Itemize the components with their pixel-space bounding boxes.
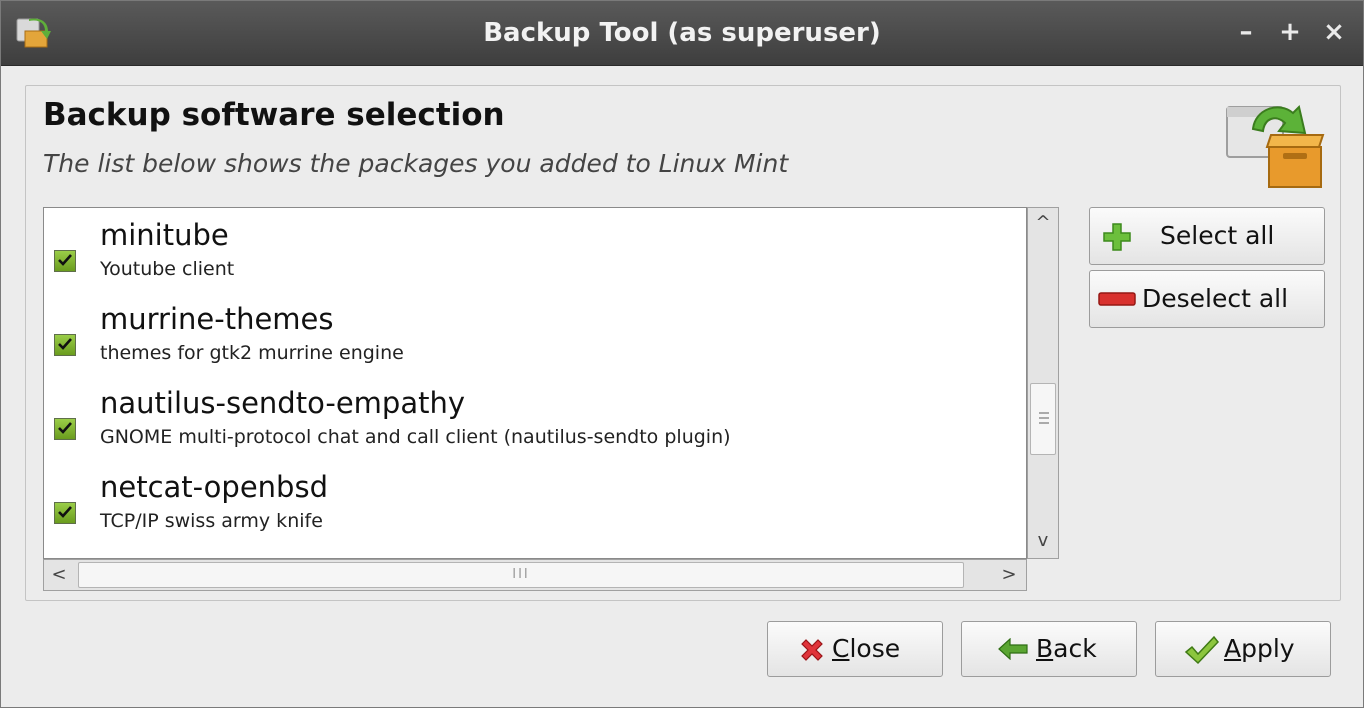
list-item[interactable]: netcat-openbsd TCP/IP swiss army knife <box>44 468 1024 552</box>
back-arrow-icon <box>998 638 1028 660</box>
package-checkbox[interactable] <box>54 250 76 272</box>
select-all-label: Select all <box>1160 221 1275 250</box>
check-icon <box>58 422 72 434</box>
close-x-icon <box>801 639 823 661</box>
package-checkbox[interactable] <box>54 502 76 524</box>
window-title: Backup Tool (as superuser) <box>483 18 881 48</box>
back-button[interactable]: Back <box>961 621 1137 677</box>
list-item[interactable]: minitube Youtube client <box>44 216 1024 300</box>
back-label: Back <box>1036 634 1097 663</box>
vertical-scroll-thumb[interactable] <box>1030 383 1056 455</box>
package-name: murrine-themes <box>100 302 334 336</box>
package-list[interactable]: minitube Youtube client murrine-themes t… <box>43 207 1027 559</box>
select-all-button[interactable]: Select all <box>1089 207 1325 265</box>
page-subtitle: The list below shows the packages you ad… <box>43 149 789 178</box>
scroll-left-icon[interactable]: < <box>44 560 74 590</box>
scroll-up-icon[interactable]: ^ <box>1028 208 1058 238</box>
package-description: themes for gtk2 murrine engine <box>100 342 404 364</box>
package-description: TCP/IP swiss army knife <box>100 510 323 532</box>
check-icon <box>58 506 72 518</box>
package-checkbox[interactable] <box>54 334 76 356</box>
close-label: Close <box>832 634 901 663</box>
list-item[interactable]: murrine-themes themes for gtk2 murrine e… <box>44 300 1024 384</box>
scroll-down-icon[interactable]: v <box>1028 526 1058 556</box>
package-name: netcat-openbsd <box>100 470 328 504</box>
package-description: GNOME multi-protocol chat and call clien… <box>100 426 731 448</box>
horizontal-scroll-thumb[interactable]: III <box>78 562 964 588</box>
check-icon <box>58 254 72 266</box>
package-checkbox[interactable] <box>54 418 76 440</box>
deselect-all-button[interactable]: Deselect all <box>1089 270 1325 328</box>
grip-icon <box>1039 412 1049 424</box>
minimize-button[interactable]: – <box>1229 15 1263 49</box>
maximize-button[interactable]: + <box>1273 15 1307 49</box>
backup-tool-window: Backup Tool (as superuser) – + × Backup … <box>0 0 1364 708</box>
clipped-next-item <box>100 546 500 554</box>
apply-label: Apply <box>1224 634 1295 663</box>
package-description: Youtube client <box>100 258 235 280</box>
vertical-scrollbar[interactable]: ^ v <box>1027 207 1059 559</box>
checkmark-icon <box>1184 635 1219 665</box>
package-name: minitube <box>100 218 229 252</box>
page-title: Backup software selection <box>43 97 505 133</box>
check-icon <box>58 338 72 350</box>
package-name: nautilus-sendto-empathy <box>100 386 466 420</box>
close-button[interactable]: Close <box>767 621 943 677</box>
plus-icon <box>1103 223 1131 251</box>
horizontal-scrollbar[interactable]: < III > <box>43 559 1027 591</box>
backup-box-icon <box>1226 105 1325 188</box>
minus-icon <box>1098 292 1136 306</box>
scroll-right-icon[interactable]: > <box>994 560 1024 590</box>
close-window-button[interactable]: × <box>1317 15 1351 49</box>
title-bar[interactable]: Backup Tool (as superuser) – + × <box>1 1 1363 66</box>
apply-button[interactable]: Apply <box>1155 621 1331 677</box>
list-item[interactable]: nautilus-sendto-empathy GNOME multi-prot… <box>44 384 1024 468</box>
deselect-all-label: Deselect all <box>1142 284 1289 313</box>
